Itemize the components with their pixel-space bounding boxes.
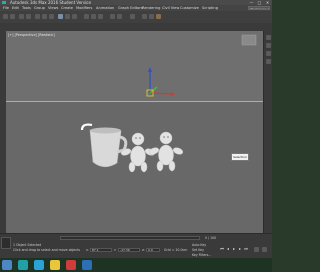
z-coordinate-field[interactable]: 0.0 (146, 248, 160, 252)
workspace-dropdown[interactable]: Workspace: Default (248, 6, 270, 10)
align-icon[interactable] (117, 14, 122, 19)
yandex-icon[interactable] (50, 260, 60, 270)
viewcube-icon[interactable] (241, 34, 257, 46)
angle-snap-icon[interactable] (91, 14, 96, 19)
next-frame-icon[interactable]: ▸ (238, 246, 242, 251)
create-panel-icon[interactable] (265, 35, 271, 40)
chrome-icon[interactable] (66, 260, 76, 270)
maxscript-listener[interactable] (1, 237, 11, 249)
photoshop-icon[interactable] (82, 260, 92, 270)
modify-panel-icon[interactable] (265, 43, 271, 48)
key-filters-button[interactable]: Key Filters... (192, 253, 211, 257)
render-setup-icon[interactable] (149, 14, 154, 19)
app-window: Autodesk 3ds Max 2016 Student Version — … (0, 0, 272, 259)
go-to-end-icon[interactable]: ⏭ (244, 246, 248, 251)
windows-taskbar (0, 258, 272, 272)
rotate-icon[interactable] (65, 14, 70, 19)
select-icon[interactable] (35, 14, 40, 19)
grid-size: Grid = 10.0cm (164, 248, 188, 252)
scene-svg (80, 34, 257, 173)
go-to-start-icon[interactable]: ⏮ (220, 246, 224, 251)
percent-snap-icon[interactable] (98, 14, 103, 19)
status-bar: 0 / 100 1 Object Selected Click and drag… (0, 233, 272, 259)
perspective-viewport[interactable]: [+] [Perspective] [Realistic] Selection (6, 31, 264, 233)
select-by-name-icon[interactable] (42, 14, 47, 19)
region-select-icon[interactable] (49, 14, 54, 19)
unlink-icon[interactable] (26, 14, 31, 19)
move-gizmo[interactable] (146, 67, 175, 97)
material-editor-icon[interactable] (142, 14, 147, 19)
gingerbread-man-right[interactable] (148, 131, 184, 172)
redo-icon[interactable] (10, 14, 15, 19)
x-label: X: (86, 248, 90, 252)
3dsmax-icon[interactable] (18, 260, 28, 270)
y-coordinate-field[interactable]: -17.39 (118, 248, 140, 252)
prompt-line: Click and drag to select and move object… (13, 248, 81, 252)
skype-icon[interactable] (34, 260, 44, 270)
zoom-icon[interactable] (254, 247, 259, 252)
selection-status: 1 Object Selected (13, 243, 42, 247)
set-key-button[interactable]: Set Key (192, 248, 204, 252)
frame-counter: 0 / 100 (205, 236, 217, 240)
teapot-object[interactable] (80, 123, 128, 168)
prev-frame-icon[interactable]: ◂ (226, 246, 230, 251)
mirror-icon[interactable] (110, 14, 115, 19)
render-icon[interactable] (156, 14, 161, 19)
snap-icon[interactable] (84, 14, 89, 19)
time-slider[interactable] (60, 236, 200, 240)
move-icon[interactable] (58, 14, 63, 19)
x-coordinate-field[interactable]: 87.1 (90, 248, 112, 252)
link-icon[interactable] (19, 14, 24, 19)
orbit-icon[interactable] (262, 247, 267, 252)
windows-icon[interactable] (2, 260, 12, 270)
auto-key-button[interactable]: Auto Key (192, 243, 206, 247)
play-icon[interactable]: ▸ (232, 246, 236, 251)
layer-icon[interactable] (130, 14, 135, 19)
undo-icon[interactable] (3, 14, 8, 19)
y-label: Y: (114, 248, 117, 252)
hierarchy-panel-icon[interactable] (265, 51, 271, 56)
3dsmax-icon[interactable] (2, 1, 6, 4)
command-panel (263, 31, 272, 233)
selection-tooltip: Selection (231, 153, 249, 161)
z-label: Z: (142, 248, 146, 252)
motion-panel-icon[interactable] (265, 59, 271, 64)
scale-icon[interactable] (72, 14, 77, 19)
